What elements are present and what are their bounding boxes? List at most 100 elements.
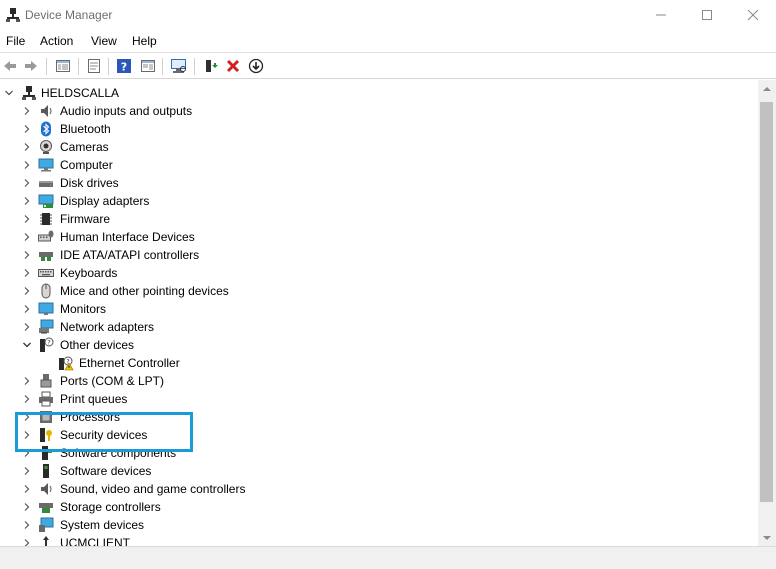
tree-category[interactable]: Cameras [0,138,740,156]
tree-category[interactable]: Display adapters [0,192,740,210]
menu-view[interactable]: View [91,34,117,48]
port-icon [40,374,52,388]
tree-expander[interactable] [2,84,16,102]
forward-button[interactable] [21,56,41,76]
scan-hardware-icon [171,59,186,73]
scroll-down-button[interactable] [758,529,776,546]
toolbar-separator [46,58,47,75]
tree-expander[interactable] [20,192,34,210]
system-devices-icon [39,517,54,532]
properties-button[interactable] [84,56,104,76]
chevron-right-icon [24,107,30,115]
tree-expander[interactable] [20,480,34,498]
tree-expander[interactable] [20,462,34,480]
tree-expander[interactable] [20,426,34,444]
tree-category-label: Disk drives [60,176,119,190]
chevron-right-icon [24,197,30,205]
tree-category[interactable]: Mice and other pointing devices [0,282,740,300]
minimize-button[interactable] [638,0,684,30]
minimize-icon [656,14,666,16]
tree-category-label: System devices [60,518,145,532]
back-button[interactable] [0,56,20,76]
uninstall-device-icon [226,59,240,73]
firmware-chip-icon [40,213,52,225]
tree-category[interactable]: IDE ATA/ATAPI controllers [0,246,740,264]
tree-category[interactable]: Monitors [0,300,740,318]
software-component-icon [42,446,52,460]
menu-help[interactable]: Help [132,34,157,48]
tree-category[interactable]: Disk drives [0,174,740,192]
close-button[interactable] [730,0,776,30]
tree-category[interactable]: Processors [0,408,740,426]
tree-expander[interactable] [20,534,34,546]
tree-expander[interactable] [20,210,34,228]
tree-expander[interactable] [20,300,34,318]
tree-category-other-devices[interactable]: ? Other devices [0,336,740,354]
tree-category-label: Software components [60,446,177,460]
tree-root[interactable]: HELDSCALLA [0,84,740,102]
toolbar-separator [108,58,109,75]
tree-category[interactable]: Sound, video and game controllers [0,480,740,498]
tree-expander[interactable] [20,336,34,354]
tree-expander[interactable] [20,120,34,138]
tree-expander[interactable] [20,228,34,246]
scan-hardware-button[interactable] [169,56,189,76]
tree-category[interactable]: Software components [0,444,740,462]
scroll-up-button[interactable] [758,80,776,97]
tree-expander[interactable] [20,174,34,192]
tree-category[interactable]: Print queues [0,390,740,408]
chevron-right-icon [24,539,30,546]
tree-expander[interactable] [20,372,34,390]
tree-expander[interactable] [20,390,34,408]
tree-category[interactable]: Audio inputs and outputs [0,102,740,120]
usb-connector-icon [43,536,49,546]
close-icon [747,9,759,21]
tree-category[interactable]: Software devices [0,462,740,480]
chevron-right-icon [24,413,30,421]
chevron-right-icon [24,161,30,169]
menu-action[interactable]: Action [40,34,73,48]
update-driver-button[interactable] [200,56,220,76]
network-adapter-icon [39,319,54,334]
uninstall-device-button[interactable] [223,56,243,76]
tree-category[interactable]: Network adapters [0,318,740,336]
tree-expander[interactable] [20,444,34,462]
tree-expander[interactable] [20,102,34,120]
show-hide-console-tree-button[interactable] [53,56,73,76]
tree-category[interactable]: Human Interface Devices [0,228,740,246]
storage-controller-icon [39,503,53,513]
tree-category-label: Other devices [60,338,135,352]
tree-category[interactable]: Keyboards [0,264,740,282]
tree-category[interactable]: Computer [0,156,740,174]
tree-expander[interactable] [20,318,34,336]
help-button[interactable]: ? [114,56,134,76]
tree-expander[interactable] [20,156,34,174]
tree-device-ethernet-controller[interactable]: ? Ethernet Controller [0,354,740,372]
svg-text:?: ? [121,61,127,74]
tree-category[interactable]: Ports (COM & LPT) [0,372,740,390]
tree-category[interactable]: UCMCLIENT [0,534,740,546]
scrollbar-thumb[interactable] [760,102,773,502]
tree-category-label: Mice and other pointing devices [60,284,229,298]
tree-category[interactable]: Security devices [0,426,740,444]
menu-file[interactable]: File [6,34,25,48]
tree-category[interactable]: Storage controllers [0,498,740,516]
tree-category[interactable]: System devices [0,516,740,534]
help-icon: ? [117,59,131,74]
disable-device-button[interactable] [246,56,266,76]
tree-expander[interactable] [20,516,34,534]
maximize-button[interactable] [684,0,730,30]
tree-category[interactable]: Bluetooth [0,120,740,138]
tree-expander[interactable] [20,264,34,282]
tree-category[interactable]: Firmware [0,210,740,228]
vertical-scrollbar[interactable] [758,80,776,546]
action-pane-button[interactable] [138,56,158,76]
tree-expander[interactable] [20,498,34,516]
chevron-down-icon [5,90,13,96]
software-device-icon [43,464,49,478]
tree-expander[interactable] [20,408,34,426]
tree-expander[interactable] [20,138,34,156]
unknown-device-icon: ? [40,337,54,352]
tree-expander[interactable] [20,246,34,264]
tree-expander[interactable] [20,282,34,300]
